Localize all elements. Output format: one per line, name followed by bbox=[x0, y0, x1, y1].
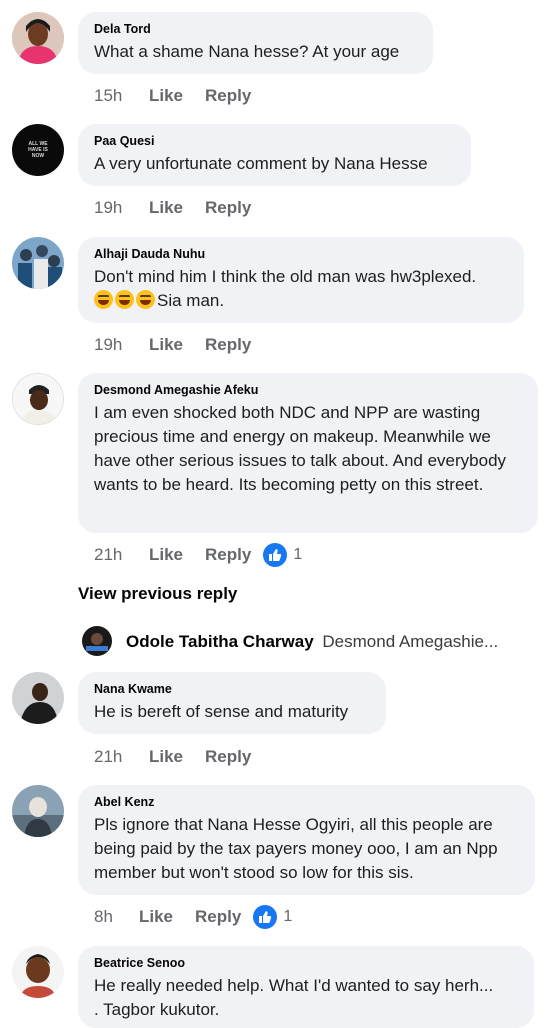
rolling-laughing-emoji-icon bbox=[115, 290, 134, 309]
avatar[interactable] bbox=[12, 12, 64, 64]
comment-text-suffix: Sia man. bbox=[157, 291, 225, 310]
like-button[interactable]: Like bbox=[139, 907, 173, 927]
timestamp[interactable]: 15h bbox=[94, 86, 149, 106]
comment-actions: 8h Like Reply 1 bbox=[94, 905, 292, 929]
comment-bubble: Nana Kwame He is bereft of sense and mat… bbox=[78, 672, 386, 734]
comment-text: He really needed help. What I'd wanted t… bbox=[94, 976, 494, 995]
timestamp[interactable]: 21h bbox=[94, 747, 149, 767]
timestamp[interactable]: 19h bbox=[94, 198, 149, 218]
comment-bubble: Paa Quesi A very unfortunate comment by … bbox=[78, 124, 471, 186]
commenter-name[interactable]: Abel Kenz bbox=[94, 794, 519, 810]
like-button[interactable]: Like bbox=[149, 545, 183, 565]
comment-bubble: Desmond Amegashie Afeku I am even shocke… bbox=[78, 373, 538, 533]
reply-avatar[interactable] bbox=[82, 626, 112, 656]
reaction-number: 1 bbox=[293, 546, 303, 563]
reply-button[interactable]: Reply bbox=[205, 86, 251, 106]
reaction-count[interactable]: 1 bbox=[263, 543, 302, 567]
reaction-number: 1 bbox=[283, 908, 293, 925]
timestamp[interactable]: 21h bbox=[94, 545, 149, 565]
comment-actions: 21h Like Reply 1 bbox=[94, 543, 302, 567]
thumbs-up-icon bbox=[253, 905, 278, 929]
commenter-name[interactable]: Paa Quesi bbox=[94, 133, 455, 149]
reaction-count[interactable]: 1 bbox=[253, 905, 292, 929]
comment-actions: 19h Like Reply bbox=[94, 196, 251, 220]
reply-button[interactable]: Reply bbox=[205, 198, 251, 218]
reply-preview-text: Desmond Amegashie... bbox=[322, 632, 499, 651]
like-button[interactable]: Like bbox=[149, 747, 183, 767]
comment-text: Pls ignore that Nana Hesse Ogyiri, all t… bbox=[94, 815, 498, 882]
like-button[interactable]: Like bbox=[149, 86, 183, 106]
comment-actions: 21h Like Reply bbox=[94, 745, 251, 769]
comment-text-line: Sia man. bbox=[94, 289, 508, 313]
comment-actions: 19h Like Reply bbox=[94, 333, 251, 357]
timestamp[interactable]: 19h bbox=[94, 335, 149, 355]
avatar-text: ALL WE HAVE IS NOW bbox=[28, 141, 48, 159]
comment-text: Don't mind him I think the old man was h… bbox=[94, 267, 477, 286]
comment-text: I am even shocked both NDC and NPP are w… bbox=[94, 403, 507, 494]
commenter-name[interactable]: Alhaji Dauda Nuhu bbox=[94, 246, 508, 262]
like-button[interactable]: Like bbox=[149, 335, 183, 355]
reply-preview[interactable]: Odole Tabitha Charway Desmond Amegashie.… bbox=[126, 632, 498, 652]
comment-text: What a shame Nana hesse? At your age bbox=[94, 42, 400, 61]
thumbs-up-icon bbox=[263, 543, 288, 567]
comment-bubble: Abel Kenz Pls ignore that Nana Hesse Ogy… bbox=[78, 785, 535, 895]
like-button[interactable]: Like bbox=[149, 198, 183, 218]
comment-actions: 15h Like Reply bbox=[94, 84, 251, 108]
reply-button[interactable]: Reply bbox=[205, 335, 251, 355]
reply-button[interactable]: Reply bbox=[205, 747, 251, 767]
reply-button[interactable]: Reply bbox=[195, 907, 241, 927]
commenter-name[interactable]: Nana Kwame bbox=[94, 681, 370, 697]
avatar[interactable] bbox=[12, 672, 64, 724]
commenter-name[interactable]: Dela Tord bbox=[94, 21, 417, 37]
laughing-emoji-icon bbox=[94, 290, 113, 309]
comment-bubble: Dela Tord What a shame Nana hesse? At yo… bbox=[78, 12, 433, 74]
avatar[interactable] bbox=[12, 237, 64, 289]
commenter-name[interactable]: Desmond Amegashie Afeku bbox=[94, 382, 522, 398]
comment-bubble: Beatrice Senoo He really needed help. Wh… bbox=[78, 946, 534, 1028]
view-previous-reply-link[interactable]: View previous reply bbox=[78, 584, 237, 604]
comment-text: He is bereft of sense and maturity bbox=[94, 702, 349, 721]
reply-button[interactable]: Reply bbox=[205, 545, 251, 565]
laughing-emoji-icon bbox=[136, 290, 155, 309]
comment-text: A very unfortunate comment by Nana Hesse bbox=[94, 154, 428, 173]
timestamp[interactable]: 8h bbox=[94, 907, 139, 927]
comment-text-line: . Tagbor kukutor. bbox=[94, 1000, 220, 1019]
comment-bubble: Alhaji Dauda Nuhu Don't mind him I think… bbox=[78, 237, 524, 323]
avatar[interactable] bbox=[12, 946, 64, 998]
reply-author-name[interactable]: Odole Tabitha Charway bbox=[126, 632, 314, 651]
avatar[interactable] bbox=[12, 373, 64, 425]
avatar[interactable] bbox=[12, 785, 64, 837]
commenter-name[interactable]: Beatrice Senoo bbox=[94, 955, 518, 971]
avatar[interactable]: ALL WE HAVE IS NOW bbox=[12, 124, 64, 176]
